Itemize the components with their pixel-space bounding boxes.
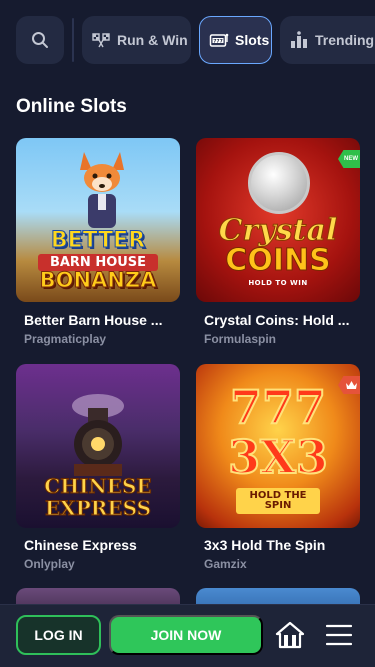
crown-icon (346, 380, 357, 389)
game-title[interactable]: Crystal Coins: Hold ... (204, 312, 364, 328)
game-provider: Formulaspin (204, 332, 277, 346)
join-now-button[interactable]: JOIN NOW (109, 615, 263, 655)
fox-character-illustration (80, 152, 124, 228)
game-card-thumbnail[interactable]: Crystal COINS HOLD TO WIN NEW (196, 138, 360, 302)
category-trending[interactable]: Trending (280, 16, 375, 64)
game-art-title: HOLD TO WIN (248, 279, 308, 287)
category-run-and-win[interactable]: Run & Win (82, 16, 191, 64)
search-button[interactable] (16, 16, 64, 64)
train-illustration (72, 394, 124, 476)
game-title[interactable]: Better Barn House ... (24, 312, 184, 328)
game-art-title: Crystal (218, 213, 338, 248)
game-title[interactable]: Chinese Express (24, 537, 184, 553)
game-art-title: EXPRESS (44, 496, 152, 520)
game-card-thumbnail[interactable]: BETTER BARN HOUSE BONANZA (16, 138, 180, 302)
category-label: Run & Win (117, 32, 188, 48)
game-art-title: COINS (225, 243, 331, 278)
checkered-flags-icon (92, 33, 110, 48)
category-label: Slots (235, 32, 270, 48)
game-art-title: CHINESE (44, 474, 152, 498)
game-art-title: 3X3 (227, 430, 329, 484)
game-art-title: BONANZA (39, 268, 157, 292)
game-art-title: HOLD THE SPIN (236, 488, 320, 514)
game-title[interactable]: 3x3 Hold The Spin (204, 537, 364, 553)
category-bar: Run & Win 777 Slots Trending (0, 0, 375, 80)
game-card-thumbnail[interactable]: CHINESE EXPRESS (16, 364, 180, 528)
hamburger-menu-icon[interactable] (326, 623, 352, 647)
game-provider: Pragmaticplay (24, 332, 107, 346)
category-divider (72, 18, 74, 62)
game-art-title: BETTER (50, 228, 146, 253)
trending-chart-icon (291, 31, 307, 48)
login-button[interactable]: LOG IN (16, 615, 101, 655)
category-label: Trending (315, 32, 375, 48)
slot-machine-icon: 777 (209, 33, 229, 47)
game-provider: Onlyplay (24, 557, 75, 571)
search-icon (32, 32, 48, 48)
section-title: Online Slots (16, 96, 127, 117)
crystal-coin-illustration (248, 152, 310, 214)
svg-text:777: 777 (213, 38, 223, 44)
home-icon[interactable] (275, 621, 305, 649)
game-provider: Gamzix (204, 557, 247, 571)
new-badge: NEW (338, 150, 360, 168)
bottom-navigation-bar: LOG IN JOIN NOW (0, 604, 375, 667)
game-card-thumbnail[interactable]: 777 3X3 HOLD THE SPIN (196, 364, 360, 528)
category-slots[interactable]: 777 Slots (199, 16, 272, 64)
game-art-title: 777 (229, 380, 327, 434)
